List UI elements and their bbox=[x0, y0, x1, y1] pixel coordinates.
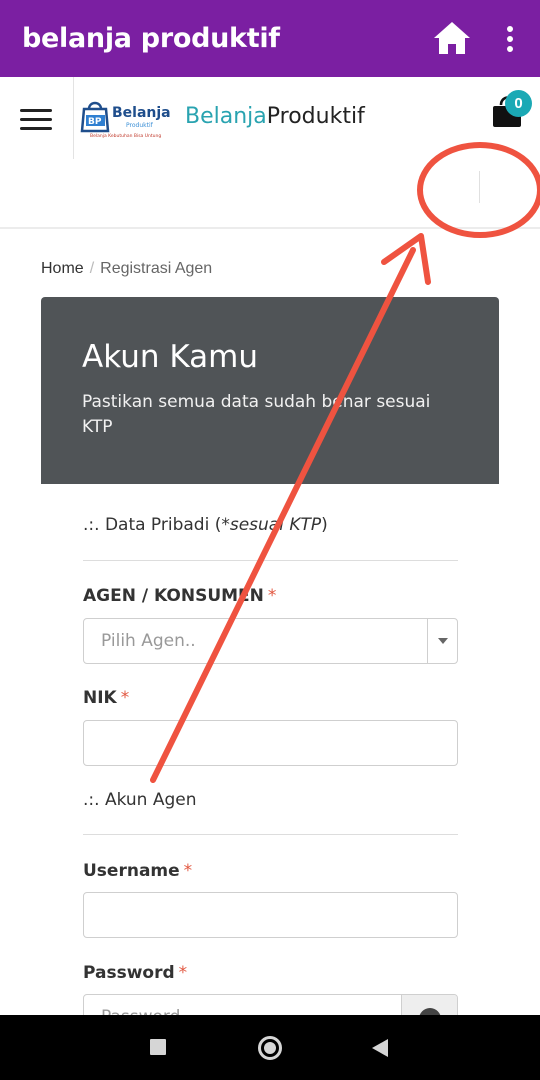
required-mark: * bbox=[178, 963, 188, 983]
required-mark: * bbox=[183, 861, 193, 881]
section-divider bbox=[83, 834, 458, 835]
app-title: belanja produktif bbox=[22, 23, 280, 54]
card-header: Akun Kamu Pastikan semua data sudah bena… bbox=[41, 297, 499, 484]
nik-input[interactable] bbox=[83, 720, 458, 766]
back-icon[interactable] bbox=[372, 1039, 388, 1057]
header-divider bbox=[73, 77, 74, 159]
svg-text:Produktif: Produktif bbox=[126, 122, 154, 129]
more-vert-icon[interactable] bbox=[496, 24, 524, 54]
logo-text: Belanja bbox=[112, 105, 171, 121]
brand-name-accent: Belanja bbox=[185, 104, 267, 129]
card-subtitle: Pastikan semua data sudah benar sesuai K… bbox=[82, 392, 431, 437]
chevron-down-icon[interactable] bbox=[427, 619, 457, 663]
breadcrumb-home[interactable]: Home bbox=[41, 260, 84, 277]
breadcrumb-separator: / bbox=[89, 260, 95, 277]
required-mark: * bbox=[267, 586, 277, 606]
agen-label: AGEN / KONSUMEN * bbox=[83, 586, 276, 606]
required-mark: * bbox=[120, 688, 130, 708]
home-nav-icon[interactable] bbox=[258, 1036, 282, 1060]
username-label: Username * bbox=[83, 861, 192, 881]
hamburger-icon[interactable] bbox=[20, 107, 54, 133]
breadcrumb: Home / Registrasi Agen bbox=[41, 260, 212, 278]
password-label-text: Password bbox=[83, 963, 175, 983]
section-data-pribadi-prefix: .:. Data Pribadi ( bbox=[83, 515, 222, 535]
agen-select[interactable]: Pilih Agen.. bbox=[83, 618, 458, 664]
username-input[interactable] bbox=[83, 892, 458, 938]
section-akun-agen: .:. Akun Agen bbox=[83, 790, 197, 810]
app-bar: belanja produktif bbox=[0, 0, 540, 77]
brand-logo[interactable]: BP Belanja Produktif Belanja Kebutuhan B… bbox=[80, 97, 172, 139]
agen-label-text: AGEN / KONSUMEN bbox=[83, 586, 264, 606]
breadcrumb-current: Registrasi Agen bbox=[100, 260, 213, 277]
nik-label-text: NIK bbox=[83, 688, 117, 708]
svg-text:Belanja Kebutuhan Bisa Untung: Belanja Kebutuhan Bisa Untung bbox=[90, 133, 161, 139]
section-data-pribadi-note: *sesuai KTP bbox=[221, 515, 322, 535]
cart-count-badge: 0 bbox=[505, 90, 532, 117]
svg-text:BP: BP bbox=[88, 117, 102, 127]
username-label-text: Username bbox=[83, 861, 180, 881]
brand-name-rest: Produktif bbox=[266, 104, 365, 129]
header-separator bbox=[479, 171, 480, 203]
home-icon[interactable] bbox=[432, 20, 472, 56]
card-title: Akun Kamu bbox=[82, 339, 258, 375]
section-data-pribadi: .:. Data Pribadi (*sesuai KTP) bbox=[83, 515, 328, 535]
nik-label: NIK * bbox=[83, 688, 129, 708]
brand-name[interactable]: BelanjaProduktif bbox=[185, 104, 365, 129]
password-label: Password * bbox=[83, 963, 187, 983]
recent-apps-icon[interactable] bbox=[150, 1039, 166, 1055]
site-header: BP Belanja Produktif Belanja Kebutuhan B… bbox=[0, 77, 540, 229]
section-data-pribadi-suffix: ) bbox=[321, 515, 328, 535]
annotation-arrow-head bbox=[381, 233, 431, 285]
system-nav-bar bbox=[0, 1015, 540, 1080]
section-divider bbox=[83, 560, 458, 561]
agen-select-placeholder: Pilih Agen.. bbox=[101, 631, 196, 651]
